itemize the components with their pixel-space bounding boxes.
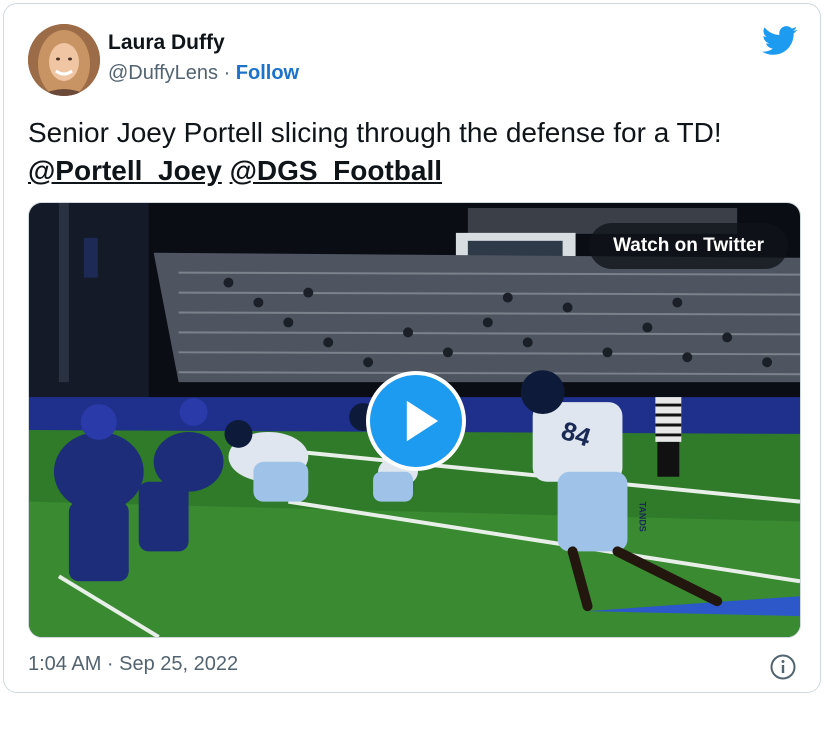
handle-separator: ·: [223, 62, 231, 84]
follow-button[interactable]: Follow: [236, 62, 299, 84]
mention-link[interactable]: @Portell_Joey: [28, 155, 222, 186]
info-icon[interactable]: [770, 654, 796, 680]
watch-on-twitter-button[interactable]: Watch on Twitter: [589, 223, 788, 269]
play-icon: [406, 400, 439, 442]
twitter-bird-icon[interactable]: [762, 26, 798, 56]
avatar[interactable]: [28, 24, 100, 96]
pants-text: TANDS: [637, 502, 647, 532]
author-handle[interactable]: @DuffyLens: [108, 62, 218, 84]
tweet-mentions: @Portell_Joey @DGS_Football: [28, 152, 808, 190]
author-name[interactable]: Laura Duffy: [108, 31, 225, 55]
tweet-card: Laura Duffy @DuffyLens · Follow Senior J…: [3, 3, 821, 693]
author-handle-row: @DuffyLens · Follow: [108, 62, 299, 85]
video-player[interactable]: 84 TANDS Watch on Twitter: [28, 202, 801, 638]
tweet-body: Senior Joey Portell slicing through the …: [28, 117, 722, 148]
tweet-text: Senior Joey Portell slicing through the …: [28, 114, 808, 190]
mention-link[interactable]: @DGS_Football: [230, 155, 442, 186]
play-button[interactable]: [366, 371, 466, 471]
tweet-timestamp[interactable]: 1:04 AM · Sep 25, 2022: [28, 653, 238, 676]
